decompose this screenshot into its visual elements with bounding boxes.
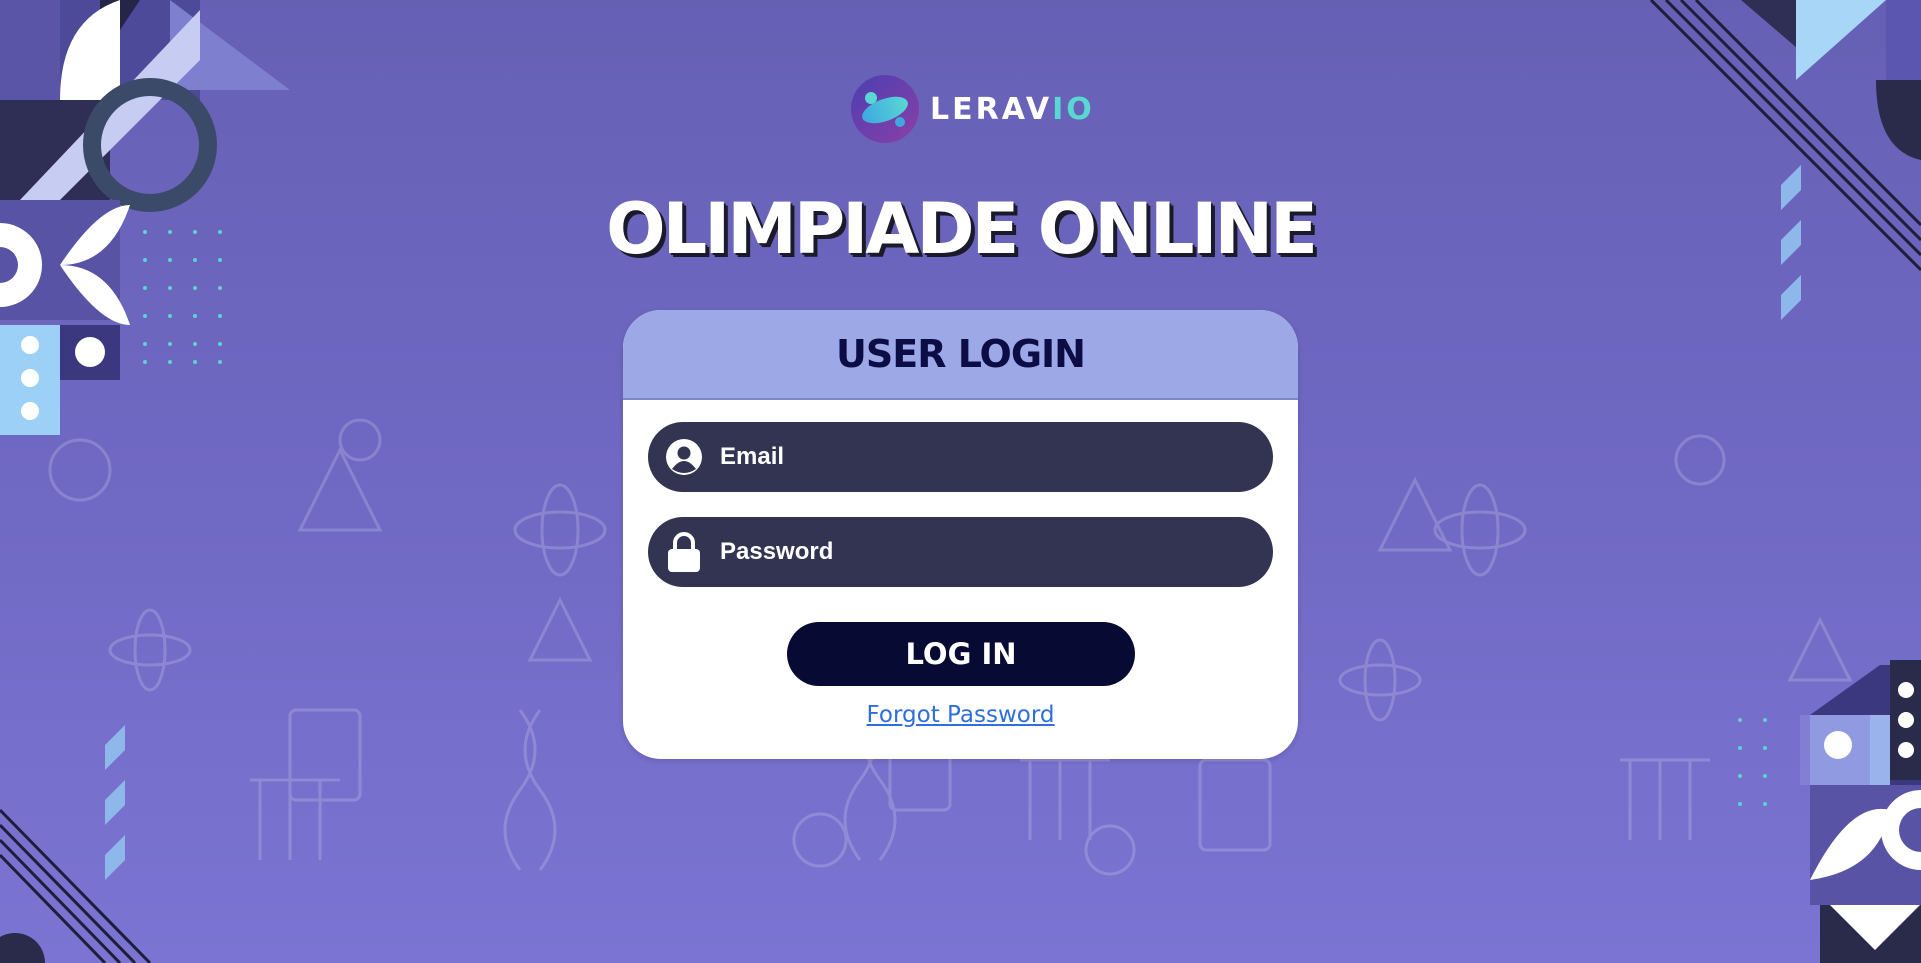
decor-top-right	[1649, 0, 1921, 320]
password-input[interactable]	[706, 522, 1273, 582]
lock-icon	[662, 530, 706, 574]
login-card-header: USER LOGIN	[623, 310, 1298, 400]
brand-name-accent: IO	[1052, 91, 1095, 127]
email-input[interactable]	[706, 427, 1273, 487]
decor-bottom-right	[1738, 660, 1921, 963]
brand-logo: LERAVIO	[848, 72, 1095, 146]
login-card-title: USER LOGIN	[836, 332, 1086, 376]
leravio-logo-icon	[851, 75, 919, 143]
login-page: LERAVIO OLIMPIADE ONLINE USER LOGIN Emai…	[0, 0, 1921, 963]
email-field[interactable]	[648, 422, 1273, 492]
user-icon	[662, 435, 706, 479]
forgot-password-link[interactable]: Forgot Password	[623, 702, 1298, 728]
decor-bottom-left	[0, 725, 152, 963]
page-title: OLIMPIADE ONLINE	[606, 188, 1318, 270]
password-field[interactable]	[648, 517, 1273, 587]
brand-name: LERAVIO	[930, 91, 1095, 127]
login-button[interactable]: LOG IN	[787, 622, 1135, 686]
login-card: USER LOGIN LOG IN Forgot Passw	[623, 310, 1298, 759]
